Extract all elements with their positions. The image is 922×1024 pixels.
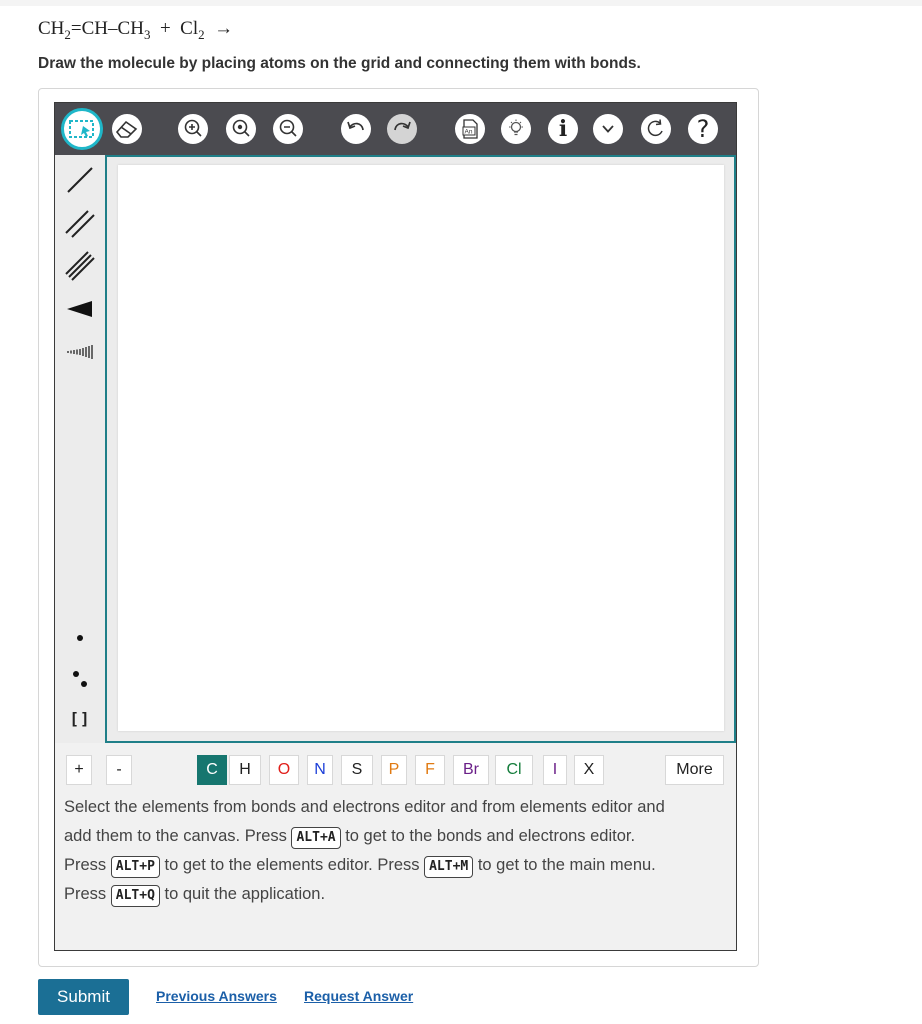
reset-icon (647, 119, 663, 137)
top-strip (0, 0, 922, 6)
more-menu-button[interactable] (593, 114, 623, 144)
help-text-segment: to get to the main menu. (477, 856, 656, 874)
shortcut-alt-m: ALT+M (424, 856, 474, 878)
eraser-tool-button[interactable] (112, 114, 142, 144)
shortcut-alt-q: ALT+Q (110, 885, 160, 907)
request-answer-link[interactable]: Request Answer (304, 988, 413, 1004)
chlorine: Cl (180, 18, 199, 39)
reaction-equation: CH2=CH–CH3 + Cl2 → (38, 18, 233, 43)
templates-button[interactable]: An (455, 114, 485, 144)
elements-bar: + - C H O N S P F Br Cl I X More (55, 755, 736, 787)
shortcut-alt-a: ALT+A (291, 827, 341, 849)
help-text: Select the elements from bonds and elect… (64, 793, 724, 909)
plus-sign: + (159, 18, 171, 39)
main-toolbar: An i ? (55, 103, 736, 155)
bonds-electrons-panel: [] (55, 155, 105, 743)
chevron-down-icon (602, 125, 614, 133)
reaction-arrow: → (214, 18, 234, 39)
single-bond-button[interactable] (61, 161, 99, 199)
redo-icon (394, 121, 411, 131)
canvas-frame (105, 155, 736, 743)
zoom-in-button[interactable] (178, 114, 208, 144)
brackets-button[interactable]: [] (61, 699, 99, 737)
double-bond-sign: = (70, 18, 82, 39)
triple-bond-button[interactable] (61, 247, 99, 285)
radical-button[interactable] (61, 619, 99, 657)
element-c-button[interactable]: C (197, 755, 227, 785)
element-s-button[interactable]: S (341, 755, 373, 785)
radical-icon (77, 635, 83, 641)
element-p-button[interactable]: P (381, 755, 407, 785)
hash-bond-icon (67, 345, 93, 359)
wedge-bond-button[interactable] (61, 290, 99, 328)
element-f-button[interactable]: F (415, 755, 445, 785)
element-h-button[interactable]: H (229, 755, 261, 785)
document-icon: An (462, 119, 478, 139)
lone-pair-button[interactable] (61, 660, 99, 698)
element-br-button[interactable]: Br (453, 755, 489, 785)
charge-plus-button[interactable]: + (66, 755, 92, 785)
info-icon: i (558, 116, 568, 142)
submit-button[interactable]: Submit (38, 979, 129, 1015)
propene-ch2: CH (38, 18, 65, 39)
zoom-out-icon (279, 119, 297, 137)
help-text-segment: to get to the bonds and electrons editor… (345, 827, 636, 845)
double-bond-icon (65, 210, 95, 238)
info-button[interactable]: i (548, 114, 578, 144)
help-button[interactable]: ? (688, 114, 718, 144)
more-elements-button[interactable]: More (665, 755, 724, 785)
single-bond-icon (67, 167, 93, 193)
help-text-segment: Press (64, 856, 107, 874)
element-o-button[interactable]: O (269, 755, 299, 785)
help-text-segment: to get to the elements editor. Press (164, 856, 420, 874)
element-x-button[interactable]: X (574, 755, 604, 785)
help-text-segment: Press (64, 885, 107, 903)
double-bond-button[interactable] (61, 204, 99, 242)
subscript: 2 (198, 26, 205, 42)
undo-button[interactable] (341, 114, 371, 144)
help-line-1: Select the elements from bonds and elect… (64, 798, 665, 816)
subscript: 3 (143, 26, 151, 42)
help-icon: ? (696, 115, 710, 143)
element-i-button[interactable]: I (543, 755, 567, 785)
zoom-reset-icon (232, 119, 250, 137)
selection-tool-button[interactable] (61, 108, 103, 150)
instruction-text: Draw the molecule by placing atoms on th… (38, 55, 641, 72)
wedge-bond-icon (67, 301, 92, 317)
zoom-reset-button[interactable] (226, 114, 256, 144)
help-text-segment: add them to the canvas. Press (64, 827, 287, 845)
previous-answers-link[interactable]: Previous Answers (156, 988, 277, 1004)
shortcut-alt-p: ALT+P (110, 856, 160, 878)
eraser-icon (115, 120, 138, 138)
help-text-segment: to quit the application. (164, 885, 326, 903)
select-lasso-icon (69, 120, 94, 138)
reset-button[interactable] (641, 114, 671, 144)
propene-ch: CH (81, 18, 109, 39)
redo-button[interactable] (387, 114, 417, 144)
templates-label: An (465, 129, 473, 136)
propene-ch3: CH (117, 18, 144, 39)
molecule-editor: An i ? [] + - C H O N S P F Br Cl I X Mo… (54, 102, 737, 951)
hint-button[interactable] (501, 114, 531, 144)
zoom-out-button[interactable] (273, 114, 303, 144)
triple-bond-icon (65, 251, 95, 281)
lightbulb-icon (509, 119, 523, 136)
element-n-button[interactable]: N (307, 755, 333, 785)
undo-icon (347, 121, 364, 131)
charge-minus-button[interactable]: - (106, 755, 132, 785)
zoom-in-icon (184, 119, 202, 137)
drawing-canvas[interactable] (118, 165, 724, 731)
single-bond-sign: – (108, 18, 118, 39)
brackets-icon: [] (69, 708, 91, 728)
element-cl-button[interactable]: Cl (495, 755, 533, 785)
hash-bond-button[interactable] (61, 333, 99, 371)
lone-pair-icon (73, 671, 87, 687)
